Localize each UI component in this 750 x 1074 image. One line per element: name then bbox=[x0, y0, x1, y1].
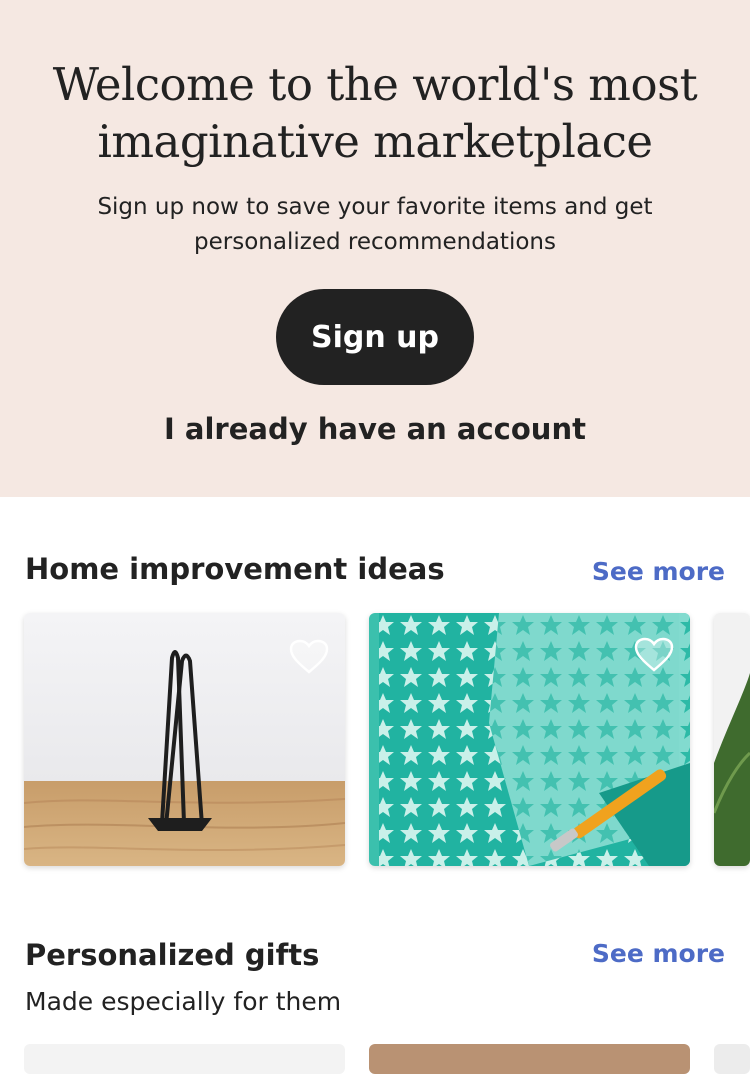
welcome-title: Welcome to the world's most imaginative … bbox=[0, 56, 750, 170]
welcome-title-line-1: Welcome to the world's most bbox=[52, 58, 698, 111]
listing-card-star-stencil[interactable] bbox=[369, 613, 690, 866]
listing-card-partial[interactable] bbox=[24, 1044, 345, 1074]
listing-card-partial[interactable] bbox=[714, 1044, 750, 1074]
sign-up-button[interactable]: Sign up bbox=[276, 289, 474, 385]
section-subtitle-personalized-gifts: Made especially for them bbox=[25, 987, 342, 1016]
section-title-home-improvement: Home improvement ideas bbox=[25, 552, 445, 586]
listing-card-hairpin-leg[interactable] bbox=[24, 613, 345, 866]
see-more-link-personalized-gifts[interactable]: See more bbox=[592, 939, 725, 968]
welcome-subtitle: Sign up now to save your favorite items … bbox=[50, 190, 700, 260]
section-title-personalized-gifts: Personalized gifts bbox=[25, 938, 320, 972]
favorite-heart-icon[interactable] bbox=[287, 635, 331, 679]
listing-card-partial[interactable] bbox=[369, 1044, 690, 1074]
favorite-heart-icon[interactable] bbox=[632, 633, 676, 677]
listing-card-plant[interactable] bbox=[714, 613, 750, 866]
welcome-subtitle-line-1: Sign up now to save your favorite items … bbox=[97, 194, 653, 220]
welcome-title-line-2: imaginative marketplace bbox=[97, 115, 653, 168]
existing-account-link[interactable]: I already have an account bbox=[0, 412, 750, 446]
welcome-banner: Welcome to the world's most imaginative … bbox=[0, 0, 750, 497]
plant-image bbox=[714, 613, 750, 866]
welcome-subtitle-line-2: personalized recommendations bbox=[194, 229, 556, 255]
see-more-link-home-improvement[interactable]: See more bbox=[592, 557, 725, 586]
